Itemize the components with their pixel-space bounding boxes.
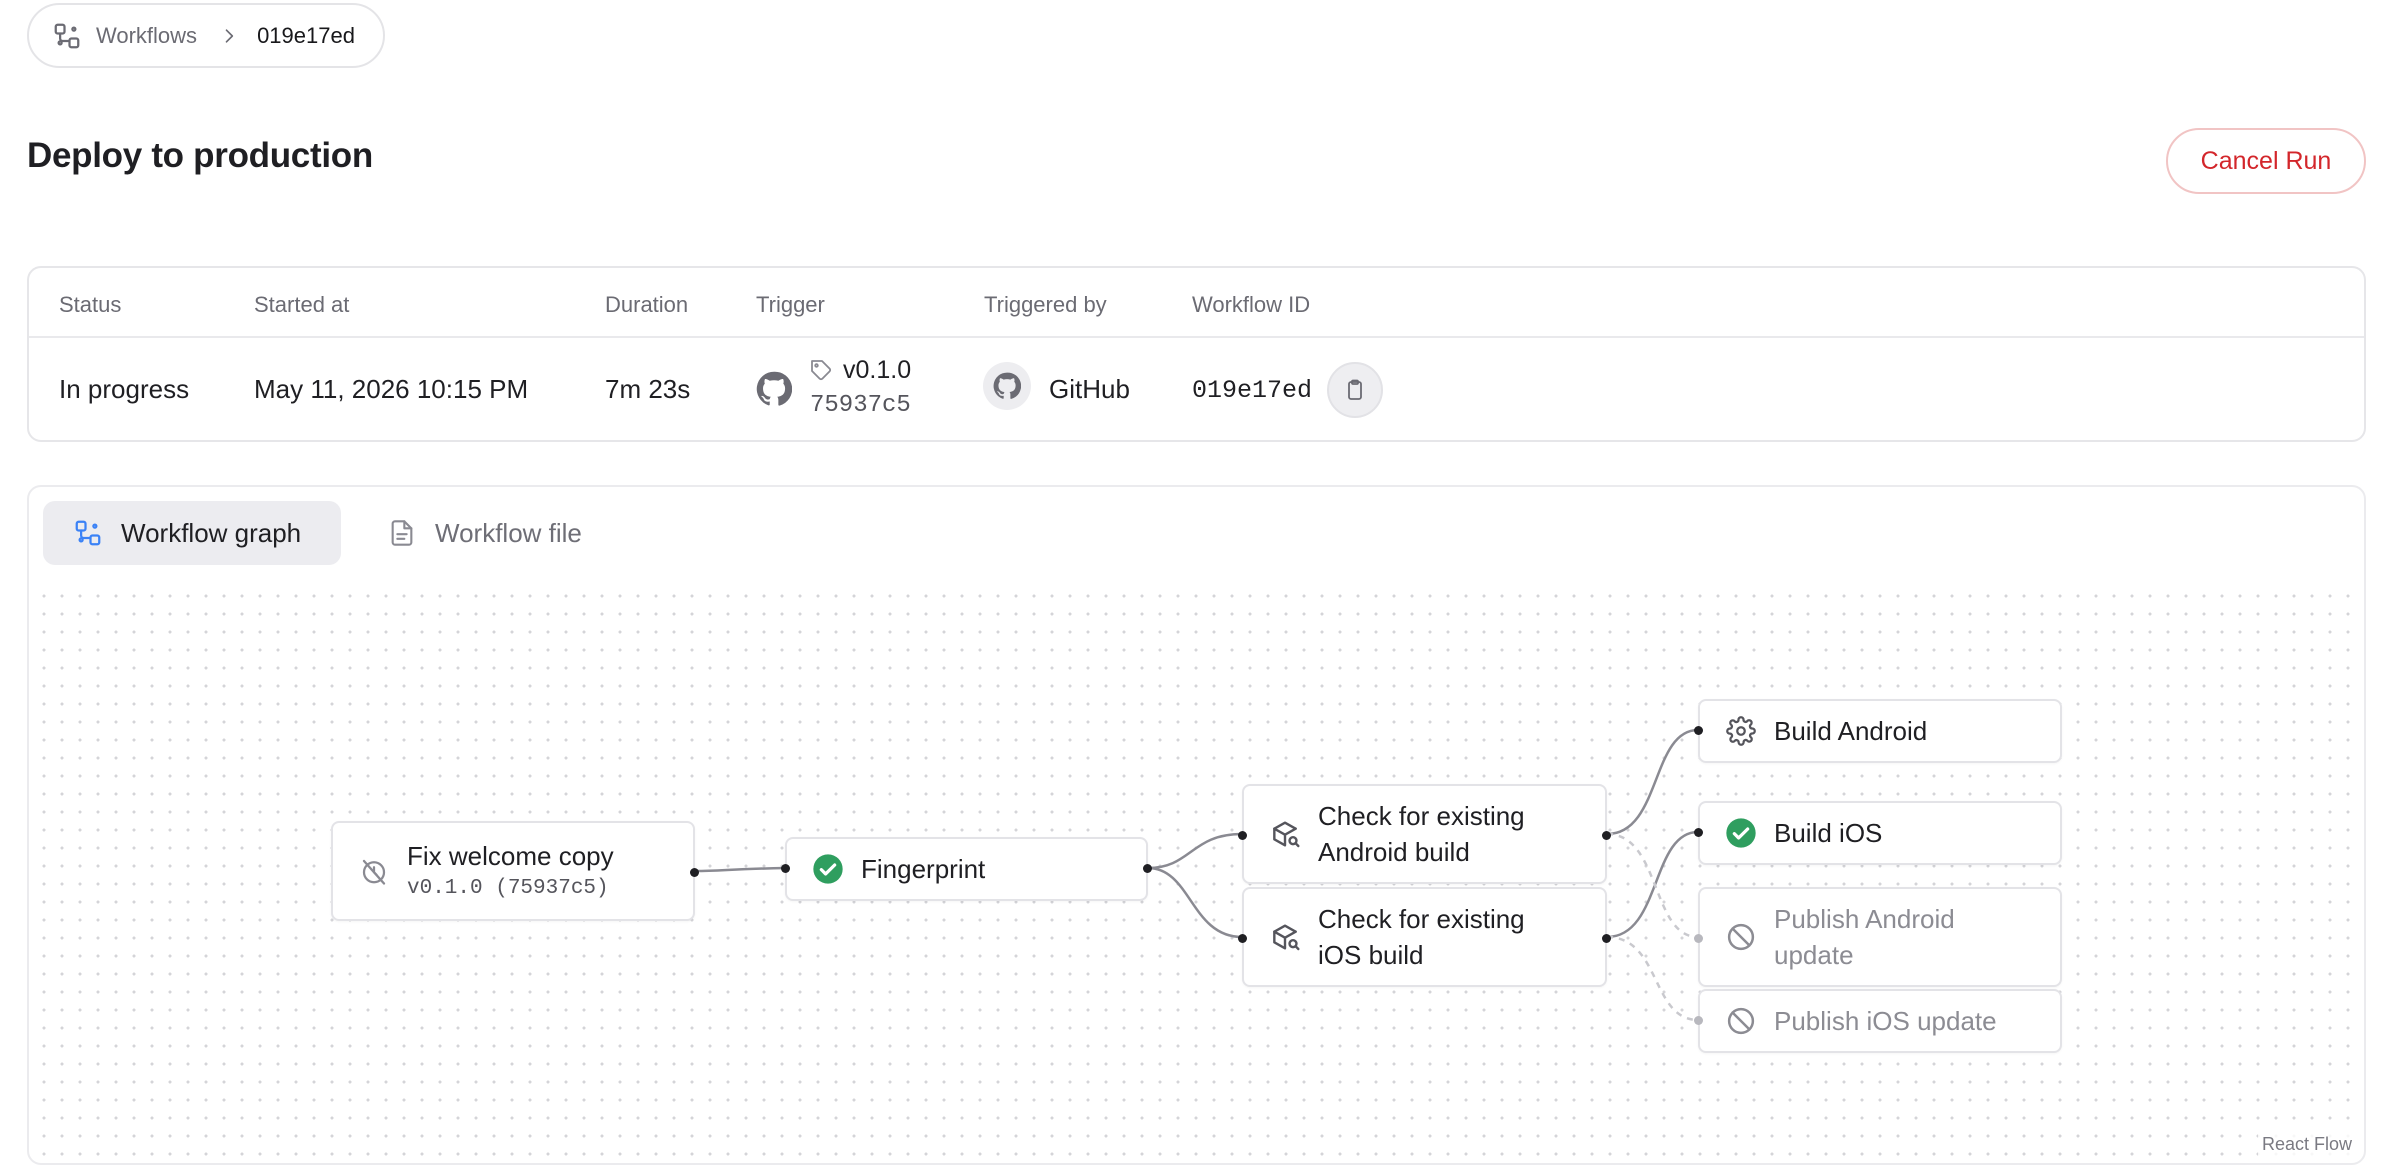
tag-icon [809,358,833,387]
tab-workflow-file[interactable]: Workflow file [365,501,605,565]
target-handle[interactable] [1694,1016,1703,1025]
tab-label: Workflow graph [121,517,302,548]
cancel-run-button[interactable]: Cancel Run [2166,128,2366,194]
node-build-android[interactable]: Build Android [1694,699,2062,763]
package-search-icon [1268,920,1302,954]
node-publish-ios-update[interactable]: Publish iOS update [1694,989,2062,1053]
check-circle-icon [1724,816,1758,850]
edge-fix-to-fingerprint [694,866,786,873]
column-header-trigger: Trigger [756,292,825,317]
tab-label: Workflow file [435,517,582,548]
source-handle[interactable] [1143,864,1152,873]
column-header-triggered-by: Triggered by [984,292,1107,317]
file-text-icon [385,516,419,550]
node-fingerprint[interactable]: Fingerprint [781,837,1152,901]
trigger-commit[interactable]: 75937c5 [810,392,911,419]
edge-check-ios-to-publish-ios [1606,935,1699,1022]
node-title: Fix welcome copy [407,841,614,871]
clipboard-icon [1348,379,1362,400]
triggered-by-value: GitHub [1049,374,1130,404]
status-value: In progress [59,374,190,404]
column-header-workflow-id: Workflow ID [1192,292,1311,317]
workflow-graph-canvas[interactable]: Fix welcome copy v0.1.0 (75937c5) Finger… [31,583,2364,1161]
target-handle[interactable] [1694,934,1703,943]
node-build-ios[interactable]: Build iOS [1694,801,2062,865]
github-icon [993,372,1021,399]
edge-check-android-to-publish-android [1606,832,1699,939]
node-subtitle: v0.1.0 (75937c5) [407,877,609,900]
run-info-table: Status Started at Duration Trigger Trigg… [27,266,2366,442]
copy-workflow-id-button[interactable] [1327,362,1383,418]
target-handle[interactable] [1238,831,1247,840]
table-header-row: Status Started at Duration Trigger Trigg… [29,268,2364,338]
column-header-duration: Duration [605,292,689,317]
avatar [983,362,1031,410]
tab-workflow-graph[interactable]: Workflow graph [43,501,341,565]
node-check-android-build[interactable]: Check for existing Android build [1238,784,1611,884]
workflow-id-value: 019e17ed [1192,376,1313,405]
react-flow-attribution[interactable]: React Flow [2257,1132,2356,1157]
workflow-panel: Workflow graph Workflow file Fix welcome… [27,485,2366,1165]
target-handle[interactable] [1694,828,1703,837]
target-handle[interactable] [1238,934,1247,943]
node-title-line1: Publish Android [1774,904,1955,934]
node-title: Fingerprint [861,854,986,884]
node-title: Publish iOS update [1774,1006,1997,1036]
page-title: Deploy to production [27,136,373,175]
edge-check-android-to-build-android [1606,728,1699,836]
node-check-ios-build[interactable]: Check for existing iOS build [1238,887,1611,987]
target-handle[interactable] [1694,726,1703,735]
column-header-started-at: Started at [254,292,350,317]
edge-fingerprint-to-check-android [1147,832,1243,870]
node-title-line2: update [1774,940,1854,970]
node-title-line2: iOS build [1318,940,1424,970]
check-circle-icon [811,852,845,886]
node-publish-android-update[interactable]: Publish Android update [1694,887,2062,987]
node-fix-welcome-copy[interactable]: Fix welcome copy v0.1.0 (75937c5) [331,821,699,921]
edge-fingerprint-to-check-ios [1147,866,1243,939]
github-icon [756,371,793,412]
node-title-line1: Check for existing [1318,904,1525,934]
gear-icon [1724,714,1758,748]
timer-off-icon [357,854,391,888]
node-title: Build Android [1774,716,1928,746]
package-search-icon [1268,817,1302,851]
target-handle[interactable] [781,864,790,873]
breadcrumb: Workflows 019e17ed [27,3,385,68]
ban-icon [1724,1004,1758,1038]
source-handle[interactable] [1602,831,1611,840]
chevron-right-icon [209,26,249,46]
breadcrumb-current: 019e17ed [257,22,355,48]
trigger-tag[interactable]: v0.1.0 [843,356,911,385]
node-title-line1: Check for existing [1318,801,1525,831]
duration-value: 7m 23s [605,374,691,404]
breadcrumb-workflows-link[interactable]: Workflows [96,23,197,49]
started-at-value: May 11, 2026 10:15 PM [254,374,529,404]
ban-icon [1724,920,1758,954]
workflow-icon [71,516,105,550]
node-title: Build iOS [1774,818,1883,848]
column-header-status: Status [59,292,122,317]
workflow-icon [50,19,84,53]
node-title-line2: Android build [1318,837,1470,867]
source-handle[interactable] [1602,934,1611,943]
source-handle[interactable] [690,868,699,877]
edge-check-ios-to-build-ios [1606,830,1699,939]
